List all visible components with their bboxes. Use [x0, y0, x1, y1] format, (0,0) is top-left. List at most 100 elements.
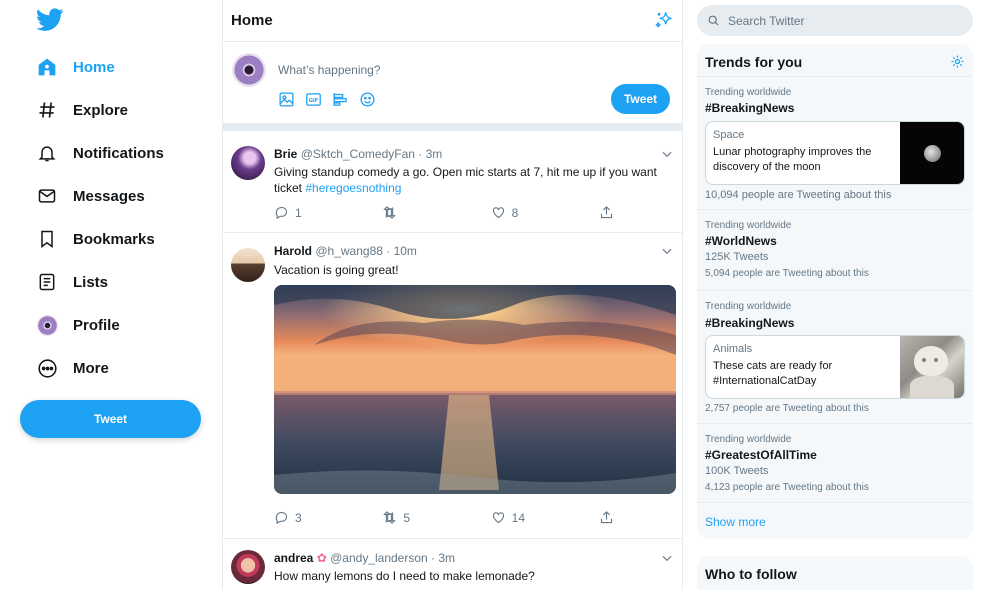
composer-input[interactable]: What’s happening?: [278, 63, 381, 77]
nav-bookmarks[interactable]: Bookmarks: [36, 225, 155, 253]
trend-meta: Trending worldwide: [705, 301, 792, 312]
flower-emoji-icon: ✿: [316, 551, 327, 565]
trend-count: 4,123 people are Tweeting about this: [705, 482, 869, 493]
trend-count: 5,094 people are Tweeting about this: [705, 268, 869, 279]
trend-count: 10,094 people are Tweeting about this: [705, 189, 892, 201]
divider: [697, 209, 973, 210]
cat-image: [900, 336, 964, 398]
nav-label: Bookmarks: [73, 230, 155, 248]
timeline-header: Home: [223, 0, 682, 42]
card-category: Space: [713, 129, 745, 141]
tweet[interactable]: Brie @Sktch_ComedyFan · 3m Giving standu…: [223, 131, 682, 233]
trend-hashtag[interactable]: #BreakingNews: [705, 316, 794, 330]
trend-tweets: 125K Tweets: [705, 251, 769, 263]
like-button[interactable]: 8: [491, 205, 551, 220]
tweet-composer: What’s happening? GIF Tweet: [223, 42, 682, 123]
author-name[interactable]: Brie: [274, 147, 297, 161]
nav-profile[interactable]: Profile: [36, 311, 120, 339]
avatar[interactable]: [232, 53, 266, 87]
nav-explore[interactable]: Explore: [36, 96, 128, 124]
retweet-button[interactable]: 5: [382, 510, 442, 525]
nav-label: Lists: [73, 273, 109, 291]
divider: [697, 76, 973, 77]
avatar[interactable]: [231, 248, 265, 282]
trend-count: 2,757 people are Tweeting about this: [705, 403, 869, 414]
author-handle[interactable]: @andy_landerson · 3m: [330, 551, 455, 565]
tweet-text: Giving standup comedy a go. Open mic sta…: [274, 164, 669, 196]
tweet-header: Brie @Sktch_ComedyFan · 3m: [274, 147, 442, 161]
trend-hashtag[interactable]: #WorldNews: [705, 234, 777, 248]
gif-icon[interactable]: GIF: [305, 91, 322, 108]
trends-panel: Trends for you Trending worldwide #Break…: [697, 44, 973, 539]
nav-home[interactable]: Home: [36, 53, 115, 81]
chevron-down-icon[interactable]: [660, 147, 674, 161]
share-button[interactable]: [599, 510, 614, 525]
author-name[interactable]: andrea: [274, 551, 313, 565]
reply-button[interactable]: 1: [274, 205, 334, 220]
nav-more[interactable]: More: [36, 354, 109, 382]
left-sidebar: Home Explore Notifications Messages Book…: [0, 0, 222, 590]
nav-label: Messages: [73, 187, 145, 205]
tweet-text: Vacation is going great!: [274, 263, 399, 277]
nav-label: Notifications: [73, 144, 164, 162]
search-box[interactable]: [697, 5, 973, 36]
sunset-photo[interactable]: [274, 285, 676, 494]
share-button[interactable]: [599, 205, 614, 220]
author-handle[interactable]: @Sktch_ComedyFan · 3m: [301, 147, 443, 161]
like-count: 14: [511, 510, 526, 525]
like-button[interactable]: 14: [491, 510, 551, 525]
nav-messages[interactable]: Messages: [36, 182, 145, 210]
sparkle-icon[interactable]: [654, 10, 674, 30]
retweet-button[interactable]: [382, 205, 442, 220]
reply-icon: [275, 206, 288, 220]
tweet-header: Harold @h_wang88 · 10m: [274, 244, 417, 258]
trend-news-card[interactable]: Animals These cats are ready for #Intern…: [705, 335, 965, 399]
author-handle[interactable]: @h_wang88 · 10m: [315, 244, 417, 258]
search-input[interactable]: [728, 13, 958, 28]
emoji-icon[interactable]: [359, 91, 376, 108]
trend-hashtag[interactable]: #GreatestOfAllTime: [705, 448, 817, 462]
search-icon: [708, 15, 719, 26]
author-name[interactable]: Harold: [274, 244, 312, 258]
moon-image: [900, 122, 964, 184]
nav-lists[interactable]: Lists: [36, 268, 108, 296]
twitter-logo-icon[interactable]: [36, 8, 64, 32]
gear-icon[interactable]: [950, 54, 965, 69]
composer-tweet-button[interactable]: Tweet: [611, 84, 670, 114]
trend-news-card[interactable]: Space Lunar photography improves the dis…: [705, 121, 965, 185]
retweet-count: 5: [403, 510, 411, 525]
reply-count: 3: [295, 510, 302, 525]
trend-meta: Trending worldwide: [705, 87, 792, 98]
image-icon[interactable]: [278, 91, 295, 108]
nav-label: Home: [73, 58, 115, 76]
heart-icon: [492, 512, 504, 524]
nav-notifications[interactable]: Notifications: [36, 139, 164, 167]
avatar[interactable]: [231, 146, 265, 180]
right-sidebar: Trends for you Trending worldwide #Break…: [683, 0, 1000, 590]
more-icon: [36, 357, 58, 379]
chevron-down-icon[interactable]: [660, 551, 674, 565]
hashtag-icon: [36, 99, 58, 121]
trend-hashtag[interactable]: #BreakingNews: [705, 101, 794, 115]
reply-count: 1: [295, 205, 302, 220]
retweet-icon: [383, 511, 397, 524]
sidebar-tweet-button[interactable]: Tweet: [20, 400, 201, 438]
chevron-down-icon[interactable]: [660, 244, 674, 258]
tweet[interactable]: Harold @h_wang88 · 10m Vacation is going…: [223, 233, 682, 539]
reply-button[interactable]: 3: [274, 510, 334, 525]
mail-icon: [36, 185, 58, 207]
show-more-link[interactable]: Show more: [705, 515, 766, 529]
avatar[interactable]: [231, 550, 265, 584]
who-to-follow-panel: Who to follow: [697, 556, 973, 590]
card-headline: These cats are ready for #InternationalC…: [713, 360, 833, 387]
trend-meta: Trending worldwide: [705, 434, 792, 445]
tweet[interactable]: andrea ✿ @andy_landerson · 3m How many l…: [223, 539, 682, 590]
nav-label: Explore: [73, 101, 129, 119]
tweet-header: andrea ✿ @andy_landerson · 3m: [274, 551, 455, 565]
who-to-follow-title: Who to follow: [705, 566, 797, 582]
nav-label: More: [73, 359, 109, 377]
nav-label: Profile: [73, 316, 120, 334]
poll-icon[interactable]: [332, 91, 349, 108]
divider: [697, 290, 973, 291]
hashtag-link[interactable]: #heregoesnothing: [305, 181, 401, 195]
